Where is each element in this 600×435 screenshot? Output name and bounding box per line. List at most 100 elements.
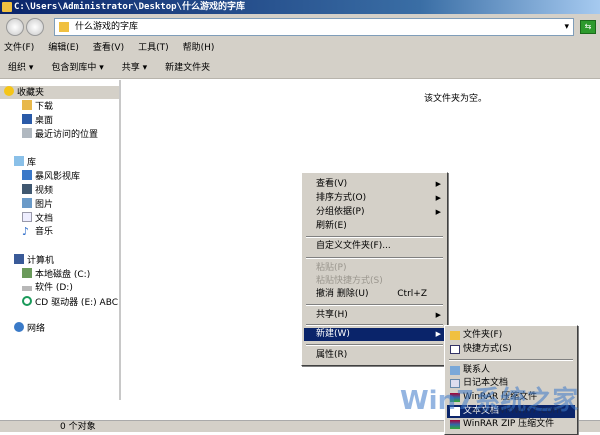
menu-tools[interactable]: 工具(T): [138, 40, 169, 57]
recent-places-icon: [22, 128, 32, 138]
label: 撤消 删除(U): [316, 289, 369, 299]
label: 查看(V): [316, 179, 348, 189]
label: 排序方式(O): [316, 193, 367, 203]
menu-item-undo-delete[interactable]: 撤消 删除(U) Ctrl+Z: [304, 288, 445, 301]
menu-help[interactable]: 帮助(H): [183, 40, 215, 57]
menu-item-group[interactable]: 分组依据(P) ▶: [304, 206, 445, 219]
label: 视频: [35, 186, 54, 196]
label: 收藏夹: [17, 88, 45, 98]
downloads-icon: [22, 100, 32, 110]
label: 日记本文档: [463, 378, 509, 388]
sidebar-item-downloads[interactable]: 下载: [22, 100, 53, 113]
new-folder-item[interactable]: 文件夹(F): [447, 329, 575, 342]
label: CD 驱动器 (E:) ABC: [35, 298, 118, 308]
sidebar-item-cd-drive[interactable]: CD 驱动器 (E:) ABC: [22, 296, 118, 309]
separator: [306, 304, 443, 306]
menu-item-share[interactable]: 共享(H) ▶: [304, 309, 445, 322]
sidebar-item-videos[interactable]: 视频: [22, 184, 53, 197]
videos-icon: [22, 184, 32, 194]
navigation-pane: 收藏夹 下载 桌面 最近访问的位置 库 暴风影视库 视频 图片 文档 ♪ 音乐 计…: [0, 80, 121, 400]
sidebar-item-storm-library[interactable]: 暴风影视库: [22, 170, 80, 183]
music-icon: ♪: [22, 225, 30, 238]
label: 库: [27, 158, 37, 168]
menu-item-customize[interactable]: 自定义文件夹(F)...: [304, 240, 445, 253]
separator: [306, 324, 443, 326]
pictures-icon: [22, 198, 32, 208]
shortcut-icon: [450, 345, 460, 354]
forward-button[interactable]: [26, 18, 44, 36]
new-contact-item[interactable]: 联系人: [447, 364, 575, 377]
winrar-icon: [450, 393, 460, 402]
new-journal-item[interactable]: 日记本文档: [447, 377, 575, 390]
sidebar-network[interactable]: 网络: [14, 322, 45, 335]
menu-item-properties[interactable]: 属性(R): [304, 349, 445, 362]
menu-file[interactable]: 文件(F): [4, 40, 34, 57]
menu-item-view[interactable]: 查看(V) ▶: [304, 178, 445, 191]
menu-item-new[interactable]: 新建(W) ▶: [304, 328, 445, 341]
sidebar-computer[interactable]: 计算机: [14, 254, 54, 267]
label: 文本文档: [463, 406, 500, 416]
label: 网络: [27, 324, 46, 334]
label: 图片: [35, 200, 54, 210]
desktop-icon: [22, 114, 32, 124]
menu-item-paste: 粘贴(P): [316, 263, 347, 273]
menu-item-sort[interactable]: 排序方式(O) ▶: [304, 192, 445, 205]
text-document-icon: [450, 407, 460, 416]
sidebar-item-recent[interactable]: 最近访问的位置: [22, 128, 98, 141]
include-in-library-button[interactable]: 包含到库中 ▾: [51, 57, 103, 78]
menu-item-refresh[interactable]: 刷新(E): [304, 220, 445, 233]
back-button[interactable]: [6, 18, 24, 36]
contact-icon: [450, 366, 460, 375]
window-title: C:\Users\Administrator\Desktop\什么游戏的字库: [14, 2, 245, 12]
star-icon: [4, 86, 14, 96]
organize-button[interactable]: 组织 ▾: [8, 57, 33, 78]
sidebar-item-drive-c[interactable]: 本地磁盘 (C:): [22, 268, 90, 281]
submenu-arrow-icon: ▶: [435, 208, 441, 216]
drive-icon: [22, 286, 32, 291]
separator: [306, 257, 443, 259]
label: 共享(H): [316, 310, 348, 320]
sidebar-item-documents[interactable]: 文档: [22, 212, 53, 225]
documents-icon: [22, 212, 32, 222]
new-rar-item[interactable]: WinRAR 压缩文件: [447, 391, 575, 404]
label: 计算机: [27, 256, 55, 266]
label: 下载: [35, 102, 54, 112]
menu-edit[interactable]: 编辑(E): [48, 40, 79, 57]
address-dropdown-icon[interactable]: ▾: [564, 19, 569, 35]
empty-folder-message: 该文件夹为空。: [424, 94, 488, 104]
submenu-arrow-icon: ▶: [435, 194, 441, 202]
label: 音乐: [35, 227, 54, 237]
library-icon: [14, 156, 24, 166]
go-button[interactable]: ⇆: [580, 20, 596, 34]
label: 联系人: [463, 365, 491, 375]
sidebar-item-music[interactable]: ♪ 音乐: [22, 226, 53, 238]
label: 软件 (D:): [35, 283, 73, 293]
sidebar-item-drive-d[interactable]: 软件 (D:): [22, 282, 73, 294]
journal-icon: [450, 379, 460, 388]
new-text-document-item[interactable]: 文本文档: [447, 405, 575, 418]
new-shortcut-item[interactable]: 快捷方式(S): [447, 343, 575, 356]
label: WinRAR 压缩文件: [463, 392, 538, 402]
network-icon: [14, 322, 24, 332]
menu-view[interactable]: 查看(V): [93, 40, 124, 57]
context-menu: 查看(V) ▶ 排序方式(O) ▶ 分组依据(P) ▶ 刷新(E) 自定义文件夹(F)…: [301, 172, 448, 366]
label: 快捷方式(S): [463, 344, 512, 354]
address-bar[interactable]: 什么游戏的字库 ▾: [54, 18, 574, 36]
new-zip-item[interactable]: WinRAR ZIP 压缩文件: [447, 418, 575, 431]
sidebar-libraries[interactable]: 库: [14, 156, 36, 169]
folder-icon: [2, 2, 12, 12]
address-path: 什么游戏的字库: [75, 22, 139, 32]
sidebar-item-pictures[interactable]: 图片: [22, 198, 53, 211]
sidebar-favorites[interactable]: 收藏夹: [0, 86, 119, 99]
sidebar-item-desktop[interactable]: 桌面: [22, 114, 53, 127]
shortcut: Ctrl+Z: [397, 289, 427, 299]
label: 暴风影视库: [35, 172, 81, 182]
folder-icon: [450, 331, 460, 340]
folder-icon: [59, 22, 69, 32]
submenu-arrow-icon: ▶: [435, 330, 441, 338]
video-library-icon: [22, 170, 32, 180]
share-button[interactable]: 共享 ▾: [122, 57, 147, 78]
address-row: 什么游戏的字库 ▾ ⇆: [0, 14, 600, 40]
label: WinRAR ZIP 压缩文件: [463, 419, 555, 429]
new-folder-button[interactable]: 新建文件夹: [165, 57, 210, 78]
